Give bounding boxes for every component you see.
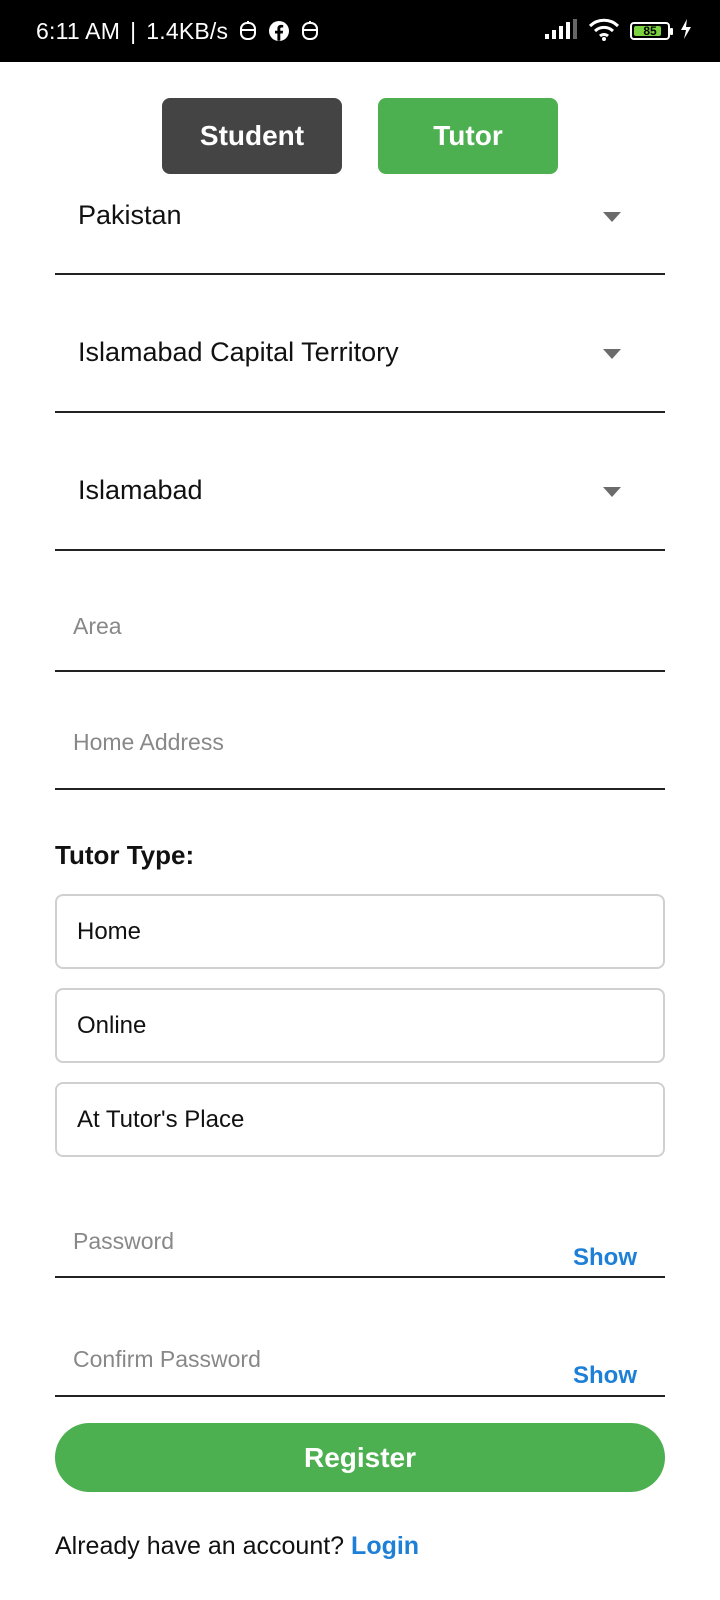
province-select[interactable]: Islamabad Capital Territory (55, 275, 665, 413)
battery-tip (670, 28, 673, 35)
home-address-input[interactable]: Home Address (55, 672, 665, 790)
status-net-speed: 1.4KB/s (146, 17, 229, 44)
chevron-down-icon (603, 212, 621, 222)
tutor-type-option-online[interactable]: Online (55, 988, 665, 1063)
facebook-icon (268, 20, 290, 42)
tutor-type-option-home[interactable]: Home (55, 894, 665, 969)
country-select[interactable]: Pakistan (55, 178, 665, 275)
city-value: Islamabad (78, 475, 203, 505)
tutor-role-button[interactable]: Tutor (378, 98, 558, 174)
app-notification-icon (300, 20, 320, 42)
area-placeholder: Area (73, 613, 122, 639)
signal-icon (544, 18, 578, 45)
login-link[interactable]: Login (351, 1532, 419, 1560)
status-left: 6:11 AM | 1.4KB/s (36, 0, 320, 62)
password-show-toggle[interactable]: Show (573, 1244, 637, 1272)
province-value: Islamabad Capital Territory (78, 337, 399, 367)
confirm-password-placeholder: Confirm Password (73, 1346, 261, 1372)
area-input[interactable]: Area (55, 551, 665, 672)
register-button[interactable]: Register (55, 1423, 665, 1492)
status-bar: 6:11 AM | 1.4KB/s 85 (0, 0, 720, 62)
chevron-down-icon (603, 349, 621, 359)
country-value: Pakistan (78, 200, 182, 230)
charging-icon (680, 18, 692, 45)
city-select[interactable]: Islamabad (55, 413, 665, 551)
battery-level: 85 (643, 24, 657, 38)
password-placeholder: Password (73, 1228, 174, 1254)
tutor-type-option-tutors-place[interactable]: At Tutor's Place (55, 1082, 665, 1157)
status-right: 85 (544, 0, 692, 62)
student-role-button[interactable]: Student (162, 98, 342, 174)
wifi-icon (588, 17, 620, 46)
home-address-placeholder: Home Address (73, 729, 224, 755)
confirm-password-show-toggle[interactable]: Show (573, 1362, 637, 1390)
tutor-type-label: Tutor Type: (55, 840, 195, 870)
password-input[interactable]: Password Show (55, 1160, 665, 1278)
battery-icon: 85 (630, 22, 673, 40)
login-prompt: Already have an account? Login (55, 1532, 419, 1561)
app-notification-icon (238, 20, 258, 42)
status-separator: | (130, 17, 137, 44)
chevron-down-icon (603, 487, 621, 497)
confirm-password-input[interactable]: Confirm Password Show (55, 1278, 665, 1397)
login-prompt-text: Already have an account? (55, 1532, 345, 1560)
status-time: 6:11 AM (36, 17, 121, 44)
